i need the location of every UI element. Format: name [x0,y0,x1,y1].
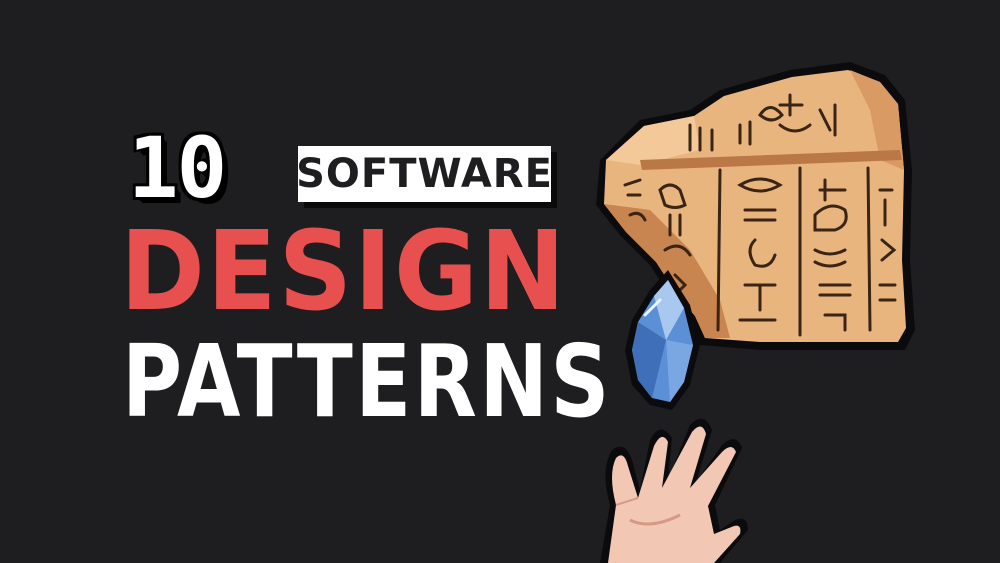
illustration [596,62,915,563]
open-hand-icon [600,418,748,563]
thumbnail: 10 SOFTWARE DESIGN PATTERNS [0,0,1000,563]
